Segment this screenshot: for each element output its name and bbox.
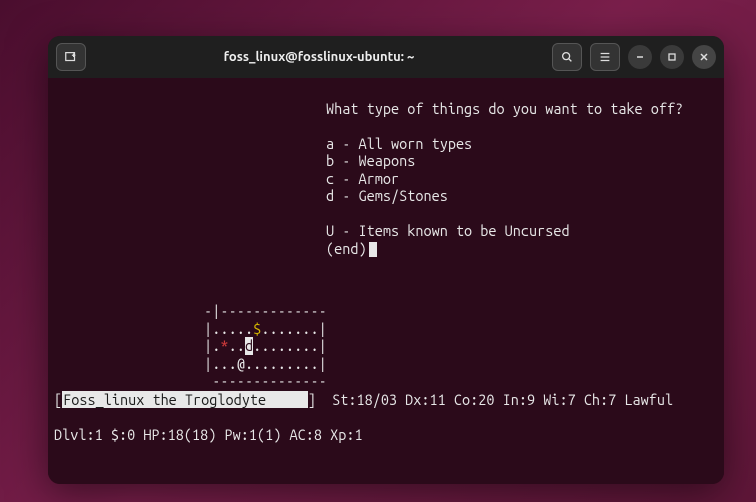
map-cell: . [245,355,253,373]
map-cell: . [220,320,228,338]
map-cell: $ [253,320,261,338]
map-cell: . [237,320,245,338]
maximize-button[interactable] [660,45,684,69]
map-cell: - [302,302,310,320]
map-cell: - [204,302,212,320]
titlebar-right [552,43,716,71]
map-cell: . [278,320,286,338]
map-cell: * [220,337,228,355]
minimize-icon [635,52,645,62]
map-cell: . [245,320,253,338]
new-tab-icon [64,50,78,64]
map-row: |.*..d........| [204,337,327,355]
map-row: |...@.........| [204,355,327,373]
map-cell: . [270,337,278,355]
new-tab-button[interactable] [56,43,86,71]
minimize-button[interactable] [628,45,652,69]
window-title: foss_linux@fosslinux-ubuntu: ~ [92,50,546,64]
map-cell: . [212,355,220,373]
map-cell: . [229,355,237,373]
map-cell: - [229,302,237,320]
search-icon [560,50,574,64]
map-cell: . [294,337,302,355]
map-cell: - [278,302,286,320]
map-cell: - [310,302,318,320]
menu-item[interactable]: b - Weapons [326,152,415,169]
map-cell: - [294,302,302,320]
maximize-icon [667,52,677,62]
map-cell: | [204,337,212,355]
menu-item[interactable]: d - Gems/Stones [326,187,448,204]
map-cell: . [302,355,310,373]
map-cell: @ [237,355,245,373]
map-cell: . [294,355,302,373]
map-row: |.....$.......| [204,320,327,338]
map-cell: . [253,337,261,355]
map-cell: . [229,337,237,355]
map-cell: - [270,302,278,320]
map-cell: . [310,355,318,373]
map-cell: . [261,337,269,355]
menu-item[interactable]: c - Armor [326,170,399,187]
map-cell: | [212,302,220,320]
status-line2: Dlvl:1 $:0 HP:18(18) Pw:1(1) AC:8 Xp:1 [54,426,718,444]
map-cell: | [204,355,212,373]
map-cell: . [302,337,310,355]
terminal-viewport[interactable]: What type of things do you want to take … [48,78,724,484]
map-cell: . [286,337,294,355]
menu-prompt: What type of things do you want to take … [326,100,683,117]
character-name: Foss_linux the Troglodyte [62,391,308,408]
map-cell: . [286,320,294,338]
hamburger-icon [598,50,612,64]
map-row: -|------------- [204,302,327,320]
map-cell: . [310,320,318,338]
map-cell: - [237,302,245,320]
cursor-icon [369,242,377,257]
map-cell: - [253,302,261,320]
map-cell: | [319,320,327,338]
map-cell: . [294,320,302,338]
map-cell: . [286,355,294,373]
titlebar: foss_linux@fosslinux-ubuntu: ~ [48,36,724,78]
map-cell: . [261,320,269,338]
map-cell: - [286,302,294,320]
map-cell: - [261,302,269,320]
map-cell: | [204,320,212,338]
map-cell: | [319,337,327,355]
menu-end: (end) [326,240,367,257]
map-cell: - [319,302,327,320]
map-cell: . [302,320,310,338]
map-cell: . [310,337,318,355]
map-cell: . [261,355,269,373]
map-cell: . [253,355,261,373]
map-cell: . [270,355,278,373]
map-cell: . [212,320,220,338]
status-area: [Foss_linux the Troglodyte ] St:18/03 Dx… [54,373,718,478]
terminal-window: foss_linux@fosslinux-ubuntu: ~ What type… [48,36,724,484]
map-cell: | [319,355,327,373]
takeoff-menu: What type of things do you want to take … [326,82,683,257]
map-cell: - [245,302,253,320]
close-icon [699,52,709,62]
map-cell: . [278,337,286,355]
map-cell: . [278,355,286,373]
menu-item[interactable]: U - Items known to be Uncursed [326,222,570,239]
menu-item[interactable]: a - All worn types [326,135,472,152]
map-cell: . [229,320,237,338]
map-cell: - [220,302,228,320]
close-button[interactable] [692,45,716,69]
status-line1: [Foss_linux the Troglodyte ] St:18/03 Dx… [54,391,718,409]
map-cell: d [245,337,253,355]
menu-button[interactable] [590,43,620,71]
map-cell: . [220,355,228,373]
search-button[interactable] [552,43,582,71]
map-cell: . [237,337,245,355]
map-cell: . [270,320,278,338]
map-cell: . [212,337,220,355]
